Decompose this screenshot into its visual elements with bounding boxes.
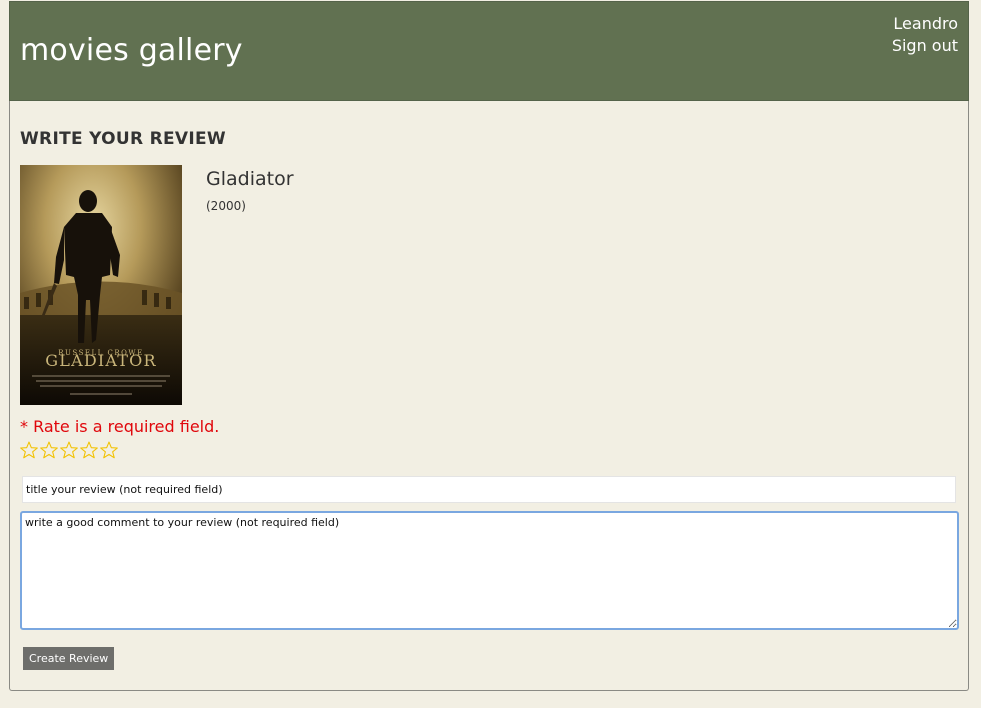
user-menu: Leandro Sign out — [892, 13, 958, 57]
review-title-input[interactable] — [22, 476, 956, 503]
movie-title: Gladiator — [206, 168, 294, 190]
star-icon[interactable] — [99, 438, 119, 462]
review-panel: WRITE YOUR REVIEW RUSSELL CROWE GLADIATO… — [9, 101, 969, 691]
star-icon[interactable] — [39, 438, 59, 462]
movie-poster: RUSSELL CROWE GLADIATOR — [20, 165, 182, 405]
movie-year: (2000) — [206, 199, 246, 213]
star-rating — [19, 438, 119, 462]
user-name-link[interactable]: Leandro — [892, 13, 958, 35]
page-title: WRITE YOUR REVIEW — [20, 129, 226, 149]
review-comment-textarea[interactable] — [20, 511, 959, 630]
star-icon[interactable] — [79, 438, 99, 462]
rate-error-message: * Rate is a required field. — [20, 417, 220, 436]
sign-out-link[interactable]: Sign out — [892, 35, 958, 57]
star-icon[interactable] — [59, 438, 79, 462]
create-review-button[interactable]: Create Review — [23, 647, 115, 670]
poster-title-text: GLADIATOR — [45, 351, 156, 370]
site-header: movies gallery Leandro Sign out — [9, 1, 969, 101]
star-icon[interactable] — [19, 438, 39, 462]
brand-title[interactable]: movies gallery — [20, 33, 243, 68]
